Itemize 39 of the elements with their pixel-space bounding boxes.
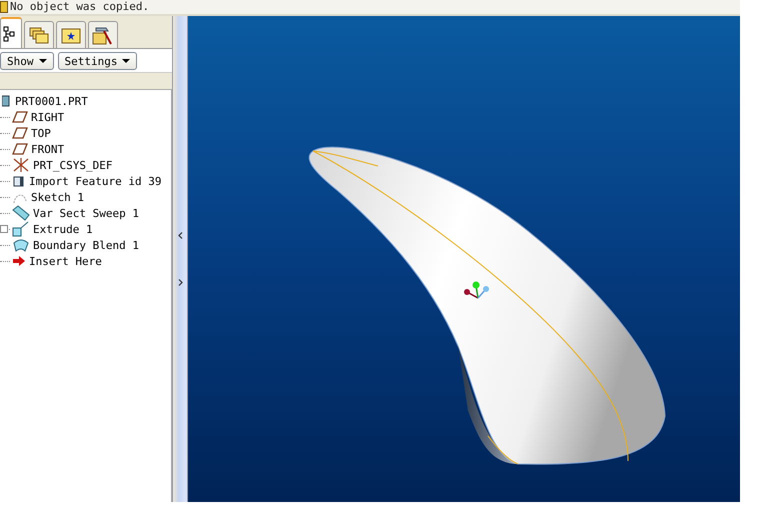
tree-item[interactable]: RIGHT [31,110,64,124]
tree-item[interactable]: Insert Here [29,254,102,268]
tree-item[interactable]: Var Sect Sweep 1 [33,206,139,220]
dropdown-button[interactable]: Show [0,52,54,70]
blend-surface-icon [12,237,30,253]
part-icon [2,95,10,107]
panel-tab[interactable] [88,21,118,48]
tree-item[interactable]: Extrude 1 [33,222,93,236]
hammer-folder-icon [92,25,114,45]
coordinate-system-icon [12,157,30,173]
datum-plane-icon [12,127,28,139]
sweep-feature-icon [12,205,30,221]
tree-item[interactable]: Import Feature id 39 [29,174,162,188]
message-icon [0,1,8,13]
tree-item[interactable]: Sketch 1 [31,190,84,204]
surface-model-drawing[interactable] [308,146,666,465]
extrude-feature-icon [12,221,30,237]
datum-plane-icon [12,143,28,155]
stacked-folders-icon [29,26,49,44]
tree-item[interactable]: FRONT [31,142,64,156]
expand-right-icon[interactable] [178,279,182,286]
import-feature-icon [12,174,26,188]
panel-tab[interactable] [0,17,22,48]
star-folder-icon [61,26,81,44]
tree-item[interactable]: Boundary Blend 1 [33,238,139,252]
datum-plane-icon [12,111,28,123]
tree-item[interactable]: TOP [31,126,51,140]
graphics-viewport[interactable] [188,16,740,502]
caret-icon [38,59,46,63]
coordinate-triad-icon [464,282,489,299]
panel-tab[interactable] [56,21,86,48]
collapse-left-icon[interactable] [178,232,182,239]
message-text: No object was copied. [10,0,150,14]
tree-item[interactable]: PRT_CSYS_DEF [33,158,112,172]
dropdown-button[interactable]: Settings [58,52,138,70]
tree-item[interactable]: PRT0001.PRT [15,94,88,108]
insert-arrow-icon [12,255,26,267]
caret-icon [122,59,130,63]
expand-toggle-icon[interactable] [0,225,8,233]
